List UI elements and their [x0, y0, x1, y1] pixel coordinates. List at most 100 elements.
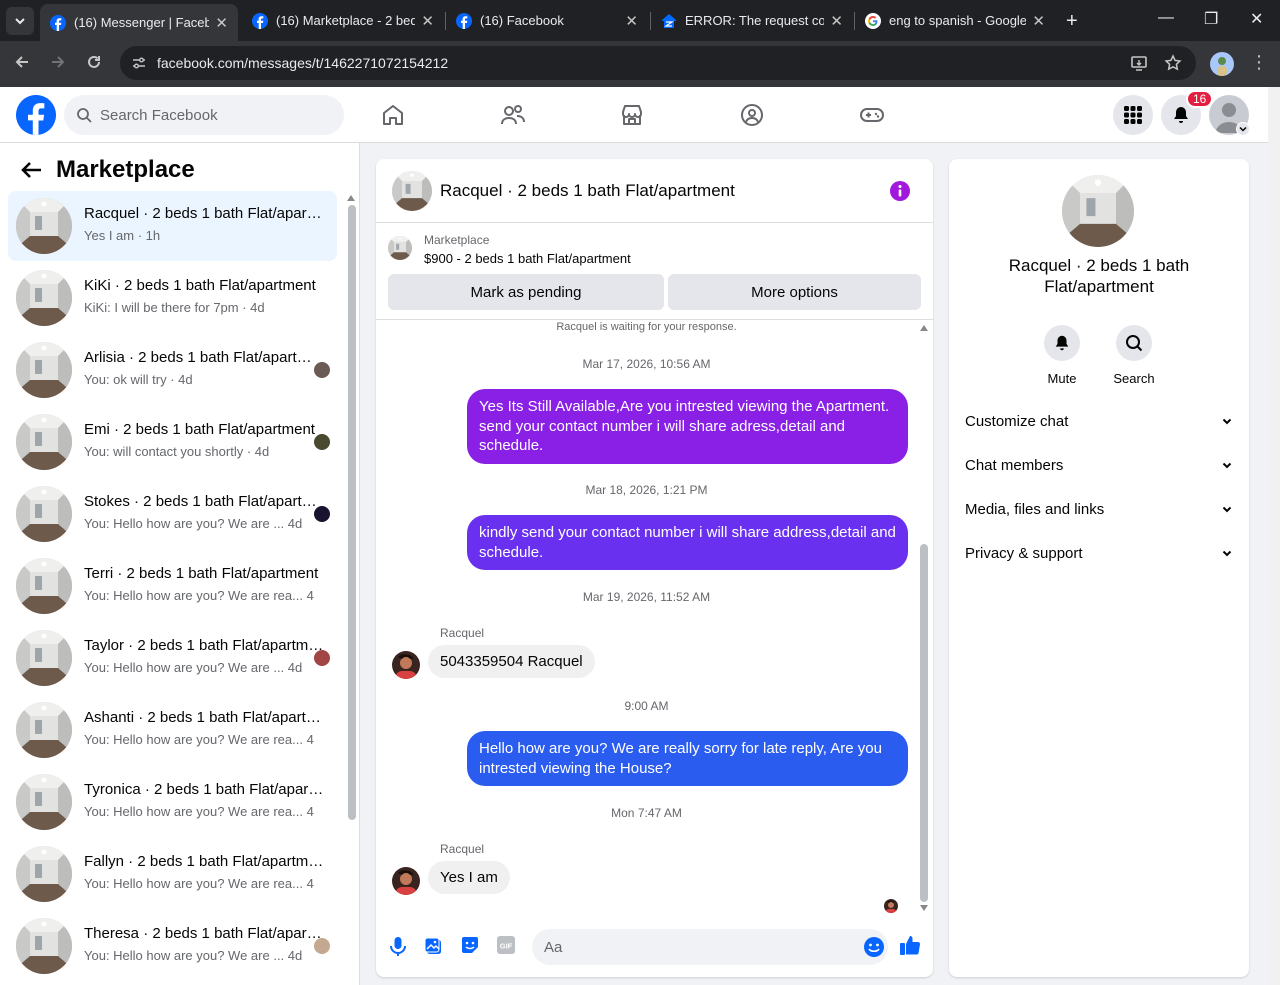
tab-close-icon[interactable]: ✕: [1032, 12, 1045, 30]
conversation-item[interactable]: Theresa · 2 beds 1 bath Flat/apartment Yo…: [8, 911, 337, 981]
chevron-down-icon: [15, 18, 25, 25]
search-placeholder: Search Facebook: [100, 106, 218, 124]
photo-icon[interactable]: [425, 936, 443, 956]
groups-icon[interactable]: [740, 103, 764, 127]
more-options-button[interactable]: More options: [668, 274, 921, 310]
forward-icon[interactable]: [50, 54, 66, 70]
thumbs-up-icon[interactable]: [899, 934, 921, 956]
read-receipt-avatar: [314, 650, 330, 666]
omnibox[interactable]: facebook.com/messages/t/1462271072154212: [120, 46, 1196, 80]
site-settings-icon[interactable]: [131, 55, 147, 71]
sender-avatar[interactable]: [392, 651, 420, 679]
conversation-preview: You: Hello how are you? We are rea... 4d: [84, 732, 314, 747]
tab-close-icon[interactable]: ✕: [625, 12, 638, 30]
person-avatar-icon: [392, 867, 420, 895]
chat-members-row[interactable]: Chat members: [965, 443, 1233, 487]
conversation-item[interactable]: KiKi · 2 beds 1 bath Flat/apartment KiKi:…: [8, 263, 337, 333]
account-chevron-icon[interactable]: [1236, 122, 1250, 136]
conversation-item[interactable]: Terri · 2 beds 1 bath Flat/apartment You:…: [8, 551, 337, 621]
conversation-thumbnail: [16, 774, 72, 830]
conversation-thumbnail: [16, 270, 72, 326]
scroll-up-icon[interactable]: [347, 195, 355, 201]
sender-avatar[interactable]: [392, 867, 420, 895]
facebook-search-input[interactable]: Search Facebook: [64, 95, 344, 135]
restore-icon[interactable]: ❐: [1204, 9, 1218, 29]
message-input[interactable]: Aa: [532, 929, 888, 965]
apartment-photo-icon: [388, 236, 412, 260]
conversation-thumbnail: [16, 414, 72, 470]
conversation-item[interactable]: Ashanti · 2 beds 1 bath Flat/apartment Yo…: [8, 695, 337, 765]
incoming-message[interactable]: 5043359504 Racquel: [428, 645, 595, 678]
tab-close-icon[interactable]: ✕: [215, 14, 228, 32]
conversation-name: KiKi · 2 beds 1 bath Flat/apartment: [84, 277, 316, 294]
tab-close-icon[interactable]: ✕: [830, 12, 843, 30]
close-window-icon[interactable]: ✕: [1250, 9, 1263, 29]
marketplace-icon[interactable]: [620, 103, 644, 127]
media-files-links-row[interactable]: Media, files and links: [965, 487, 1233, 531]
listing-price-title[interactable]: $900 - 2 beds 1 bath Flat/apartment: [424, 251, 631, 266]
waiting-notice: Racquel is waiting for your response.: [556, 321, 737, 333]
browser-tab-marketplace[interactable]: (16) Marketplace - 2 beds ✕: [242, 4, 444, 37]
chat-header: Racquel · 2 beds 1 bath Flat/apartment: [376, 159, 933, 223]
scroll-up-icon[interactable]: [920, 325, 928, 331]
minimize-icon[interactable]: —: [1158, 9, 1174, 27]
conversation-thumbnail: [16, 342, 72, 398]
search-in-chat-button[interactable]: Search: [1099, 325, 1169, 386]
conversation-thumbnail: [16, 486, 72, 542]
gif-icon[interactable]: GIF: [497, 936, 515, 954]
home-icon[interactable]: [381, 103, 405, 127]
conversation-item[interactable]: Racquel · 2 beds 1 bath Flat/apartment Ye…: [8, 191, 337, 261]
profile-avatar[interactable]: [1210, 52, 1234, 76]
sidebar-scrollbar[interactable]: [348, 205, 356, 820]
chat-panel: Racquel · 2 beds 1 bath Flat/apartment M…: [376, 159, 933, 977]
browser-tab-facebook[interactable]: (16) Facebook ✕: [446, 4, 648, 37]
chat-listing-avatar[interactable]: [392, 171, 432, 211]
reload-icon[interactable]: [86, 54, 102, 70]
gaming-icon[interactable]: [860, 103, 884, 127]
friends-icon[interactable]: [500, 103, 526, 127]
listing-thumbnail[interactable]: [388, 236, 412, 260]
microphone-icon[interactable]: [389, 936, 407, 956]
details-listing-avatar[interactable]: [1062, 175, 1134, 247]
browser-tab-google[interactable]: eng to spanish - Google ✕: [855, 4, 1055, 37]
conversation-item[interactable]: Arlisia · 2 beds 1 bath Flat/apartment Yo…: [8, 335, 337, 405]
install-app-icon[interactable]: [1130, 54, 1148, 72]
chat-details-panel: Racquel · 2 beds 1 bath Flat/apartment M…: [949, 159, 1249, 977]
info-icon[interactable]: [890, 181, 910, 201]
sticker-icon[interactable]: [461, 936, 479, 954]
back-icon[interactable]: [14, 54, 30, 70]
privacy-support-row[interactable]: Privacy & support: [965, 531, 1233, 575]
bookmark-star-icon[interactable]: [1164, 54, 1182, 72]
tab-search-button[interactable]: [6, 7, 34, 35]
tab-close-icon[interactable]: ✕: [421, 12, 434, 30]
outgoing-message[interactable]: Yes Its Still Available,Are you intreste…: [467, 389, 908, 464]
incoming-message[interactable]: Yes I am: [428, 861, 510, 894]
url-text[interactable]: facebook.com/messages/t/1462271072154212: [157, 55, 448, 71]
conversation-item[interactable]: Fallyn · 2 beds 1 bath Flat/apartment You…: [8, 839, 337, 909]
outgoing-message[interactable]: kindly send your contact number i will s…: [467, 515, 908, 570]
back-arrow-icon[interactable]: [20, 161, 42, 179]
chat-title[interactable]: Racquel · 2 beds 1 bath Flat/apartment: [440, 181, 735, 201]
facebook-logo[interactable]: [16, 95, 56, 135]
conversation-preview: You: Hello how are you? We are ... 4d: [84, 660, 303, 675]
conversation-item[interactable]: Stokes · 2 beds 1 bath Flat/apartment You…: [8, 479, 337, 549]
page-scrollbar[interactable]: [1268, 87, 1280, 985]
menu-button[interactable]: [1113, 95, 1153, 135]
conversation-item[interactable]: Emi · 2 beds 1 bath Flat/apartment You: w…: [8, 407, 337, 477]
mark-as-pending-button[interactable]: Mark as pending: [388, 274, 664, 310]
new-tab-icon[interactable]: +: [1066, 10, 1078, 33]
apartment-photo-icon: [16, 630, 72, 686]
conversation-thumbnail: [16, 630, 72, 686]
outgoing-message[interactable]: Hello how are you? We are really sorry f…: [467, 731, 908, 786]
browser-menu-icon[interactable]: ⋮: [1250, 53, 1268, 71]
customize-chat-row[interactable]: Customize chat: [965, 399, 1233, 443]
emoji-icon[interactable]: [864, 937, 884, 957]
mute-button[interactable]: Mute: [1027, 325, 1097, 386]
conversation-item[interactable]: Taylor · 2 beds 1 bath Flat/apartment You…: [8, 623, 337, 693]
chat-scrollbar[interactable]: [920, 544, 928, 902]
scroll-down-icon[interactable]: [920, 905, 928, 911]
conversation-name: Emi · 2 beds 1 bath Flat/apartment: [84, 421, 315, 438]
browser-tab-messenger[interactable]: (16) Messenger | Facebook ✕: [40, 4, 238, 41]
conversation-item[interactable]: Tyronica · 2 beds 1 bath Flat/apartment Y…: [8, 767, 337, 837]
browser-tab-error[interactable]: ERROR: The request could ✕: [651, 4, 853, 37]
